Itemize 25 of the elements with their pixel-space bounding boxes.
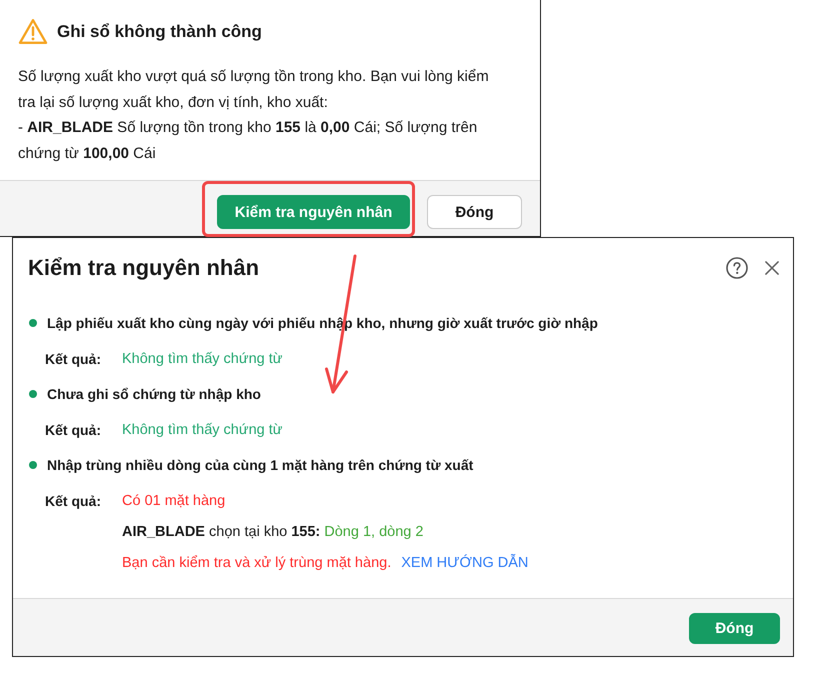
close-button[interactable]: Đóng <box>427 195 522 229</box>
result-label: Kết quả: <box>45 492 102 511</box>
result-label: Kết quả: <box>45 421 102 440</box>
close-button[interactable]: Đóng <box>689 613 780 644</box>
line-numbers: Dòng 1, dòng 2 <box>324 523 424 542</box>
guide-link[interactable]: XEM HƯỚNG DẪN <box>401 553 528 573</box>
check-cause-button[interactable]: Kiểm tra nguyên nhân <box>217 195 410 229</box>
dialog-title: Ghi sổ không thành công <box>57 22 262 42</box>
result-text: Không tìm thấy chứng từ <box>122 421 282 440</box>
warning-icon <box>18 18 48 45</box>
bullet-dot-icon <box>29 319 37 327</box>
bullet-dot-icon <box>29 461 37 469</box>
bullet-dot-icon <box>29 390 37 398</box>
result-text: Có 01 mặt hàng <box>122 492 226 511</box>
check-title: Nhập trùng nhiều dòng của cùng 1 mặt hàng trên chứng từ xuất <box>47 456 474 475</box>
help-icon[interactable] <box>726 256 748 278</box>
check-title: Chưa ghi sổ chứng từ nhập kho <box>47 385 261 404</box>
error-message: Số lượng xuất kho vượt quá số lượng tồn trong kho. Bạn vui lòng kiểm tra lại số lượng xuất kho, đơn vị tính, kho xuất: <box>18 67 490 112</box>
result-label: Kết quả: <box>45 350 102 369</box>
dialog-title: Kiểm tra nguyên nhân <box>28 254 260 280</box>
note-text: Bạn cần kiểm tra và xử lý trùng mặt hàng. <box>122 554 392 573</box>
error-detail: - AIR_BLADE Số lượng tồn trong kho 155 là 0,00 Cái; Số lượng trên chứng từ 100,00 Cái <box>18 118 478 164</box>
close-icon[interactable] <box>765 260 779 274</box>
result-text: Không tìm thấy chứng từ <box>122 350 282 369</box>
detail-text: AIR_BLADE chọn tại kho 155: <box>122 523 320 542</box>
